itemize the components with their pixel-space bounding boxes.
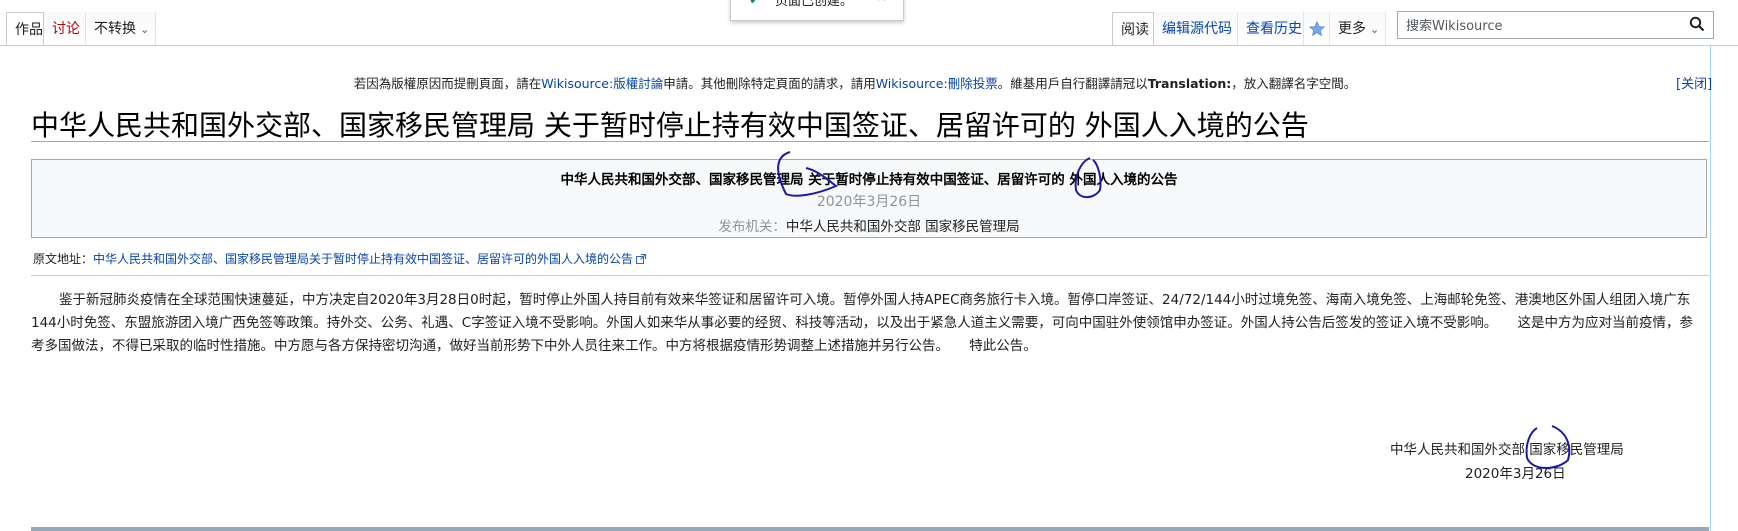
tab-variant[interactable]: 不转换 ⌄ [86,12,156,46]
issuer-label: 发布机关： [718,219,786,235]
issuer-value: 中华人民共和国外交部 国家移民管理局 [785,219,1020,235]
tab-work-label: 作品 [15,22,43,38]
tab-discussion[interactable]: 讨论 [44,12,86,46]
star-icon [1308,20,1326,37]
tab-read[interactable]: 阅读 [1112,12,1154,46]
close-icon[interactable]: × [876,0,887,5]
tab-more-label: 更多 [1338,21,1366,37]
source-divider [31,275,1709,276]
source-link[interactable]: 中华人民共和国外交部、国家移民管理局关于暂时停止持有效中国签证、居留许可的外国人… [93,252,633,266]
header-issuer: 发布机关：中华人民共和国外交部 国家移民管理局 [32,215,1706,235]
site-notice-text: 。維基用戶自行翻譯請冠以 [997,76,1148,91]
copyright-discussion-link[interactable]: Wikisource:版權討論 [541,76,663,91]
tab-more[interactable]: 更多 ⌄ [1330,12,1386,46]
source-line: 原文地址：中华人民共和国外交部、国家移民管理局关于暂时停止持有效中国签证、居留许… [33,250,647,267]
watch-star-button[interactable] [1304,12,1330,46]
tab-edit-source-label: 编辑源代码 [1162,21,1232,37]
close-notice-link[interactable]: [关闭] [1676,73,1712,92]
page-created-notification: ✔ 页面已创建。 × [730,0,904,21]
chevron-down-icon: ⌄ [1370,23,1380,36]
source-label: 原文地址： [33,252,94,266]
header-date: 2020年3月26日 [816,194,922,210]
site-notice-text: 若因為版權原因而提刪頁面，請在 [353,76,542,91]
deletion-vote-link[interactable]: Wikisource:刪除投票 [876,76,998,91]
document-header-box: 中华人民共和国外交部、国家移民管理局 关于暂时停止持有效中国签证、居留许可的 外… [31,159,1707,238]
tab-discussion-label: 讨论 [52,21,80,37]
site-notice: 若因為版權原因而提刪頁面，請在Wikisource:版權討論申請。其他刪除特定頁… [0,73,1710,92]
page-title: 中华人民共和国外交部、国家移民管理局 关于暂时停止持有效中国签证、居留许可的 外… [31,109,1309,142]
signature-issuer: 中华人民共和国外交部 国家移民管理局 [1390,442,1624,458]
search-box [1397,11,1714,39]
tab-work[interactable]: 作品 [6,12,44,46]
translation-namespace-label: Translation: [1147,76,1232,91]
title-divider [31,141,1709,142]
external-link-icon [636,254,647,264]
site-notice-text: ，放入翻譯名字空間。 [1231,76,1357,91]
tab-variant-label: 不转换 [94,21,136,37]
search-input[interactable] [1404,13,1678,39]
signature-date: 2020年3月26日 [1465,466,1566,482]
tab-edit-source[interactable]: 编辑源代码 [1154,12,1238,46]
tab-history[interactable]: 查看历史 [1238,12,1304,46]
notification-text: 页面已创建。 [775,0,854,9]
bottom-divider [31,527,1709,531]
site-notice-text: 申請。其他刪除特定頁面的請求，請用 [663,76,876,91]
checkmark-icon: ✔ [749,0,761,8]
header-title: 中华人民共和国外交部、国家移民管理局 关于暂时停止持有效中国签证、居留许可的 外… [560,172,1178,188]
tab-history-label: 查看历史 [1246,21,1302,37]
announcement-body: 鉴于新冠肺炎疫情在全球范围快速蔓延，中方决定自2020年3月28日0时起，暂时停… [31,292,1693,354]
tab-read-label: 阅读 [1121,22,1149,38]
search-icon[interactable] [1689,16,1705,32]
chevron-down-icon: ⌄ [140,23,150,36]
